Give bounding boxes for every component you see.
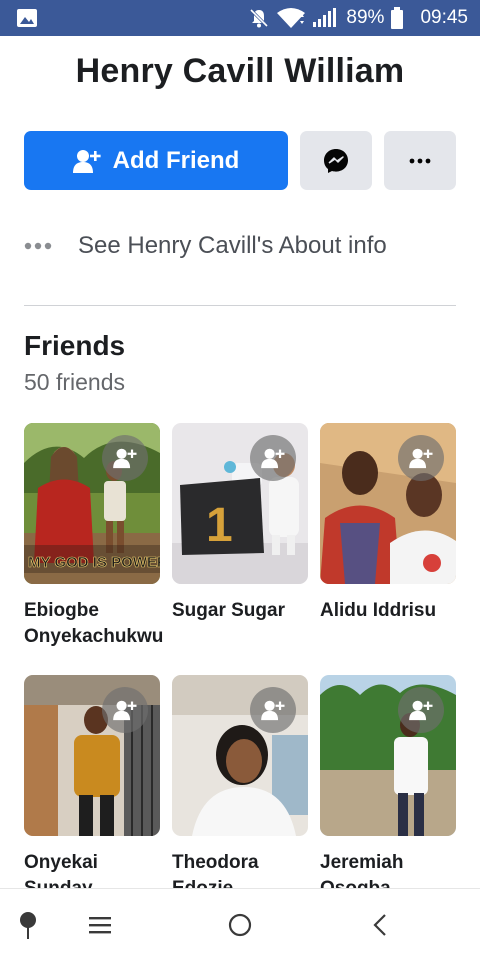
friend-card[interactable]: Alidu Iddrisu [320, 423, 456, 624]
more-options-button[interactable] [384, 131, 456, 190]
bottom-nav [0, 888, 480, 960]
add-user-icon [113, 448, 137, 469]
add-friend-bubble[interactable] [398, 687, 444, 733]
friend-card[interactable]: MY GOD IS POWERF Ebiogbe Onyekachukwu [24, 423, 163, 650]
about-info-link[interactable]: See Henry Cavill's About info [24, 226, 456, 266]
add-friend-bubble[interactable] [102, 687, 148, 733]
nav-home[interactable] [220, 889, 260, 960]
add-user-icon [409, 700, 433, 721]
friend-photo[interactable] [172, 675, 308, 836]
friend-card[interactable]: Onyekai Sunday [24, 675, 160, 902]
friends-count: 50 friends [24, 369, 126, 395]
add-user-icon [261, 700, 285, 721]
add-friend-bubble[interactable] [250, 687, 296, 733]
image-icon [17, 9, 37, 27]
status-bar: 89% 09:45 [0, 0, 480, 36]
battery-percent: 89% [346, 7, 385, 28]
add-user-icon [72, 149, 101, 173]
friend-name[interactable]: Ebiogbe Onyekachukwu [24, 598, 163, 650]
friend-name[interactable]: Alidu Iddrisu [320, 598, 456, 624]
friends-section-title[interactable]: Friends [24, 330, 125, 362]
mute-icon [250, 8, 269, 28]
home-circle-icon [228, 913, 252, 937]
nav-back[interactable] [360, 889, 400, 960]
signal-icon [313, 8, 337, 27]
friend-photo[interactable] [320, 423, 456, 584]
friend-card[interactable]: Jeremiah Osogba [320, 675, 456, 902]
add-friend-button[interactable]: Add Friend [24, 131, 288, 190]
friend-card[interactable]: 1 Sugar Sugar [172, 423, 308, 624]
friend-photo[interactable]: 1 [172, 423, 308, 584]
add-friend-label: Add Friend [112, 146, 240, 174]
messenger-button[interactable] [300, 131, 372, 190]
battery-icon [391, 7, 404, 29]
more-dots-icon [409, 158, 431, 163]
nav-pin[interactable] [8, 889, 48, 960]
pin-icon [20, 912, 36, 939]
add-friend-bubble[interactable] [398, 435, 444, 481]
divider [24, 305, 456, 306]
back-icon [373, 914, 386, 936]
menu-icon [89, 917, 111, 934]
friend-name[interactable]: Sugar Sugar [172, 598, 308, 624]
more-dots-icon [24, 242, 52, 250]
add-friend-bubble[interactable] [250, 435, 296, 481]
photo-caption: MY GOD IS POWERF [28, 554, 160, 571]
add-user-icon [113, 700, 137, 721]
page-title: Henry Cavill William [75, 52, 405, 90]
messenger-icon [324, 148, 348, 173]
add-user-icon [261, 448, 285, 469]
friend-photo[interactable] [24, 675, 160, 836]
about-info-label: See Henry Cavill's About info [78, 232, 387, 259]
friend-photo[interactable] [320, 675, 456, 836]
add-user-icon [409, 448, 433, 469]
wifi-icon [277, 8, 306, 28]
photo-caption: 1 [206, 499, 233, 552]
friend-photo[interactable]: MY GOD IS POWERF [24, 423, 160, 584]
add-friend-bubble[interactable] [102, 435, 148, 481]
clock: 09:45 [420, 7, 468, 28]
nav-menu[interactable] [80, 889, 120, 960]
